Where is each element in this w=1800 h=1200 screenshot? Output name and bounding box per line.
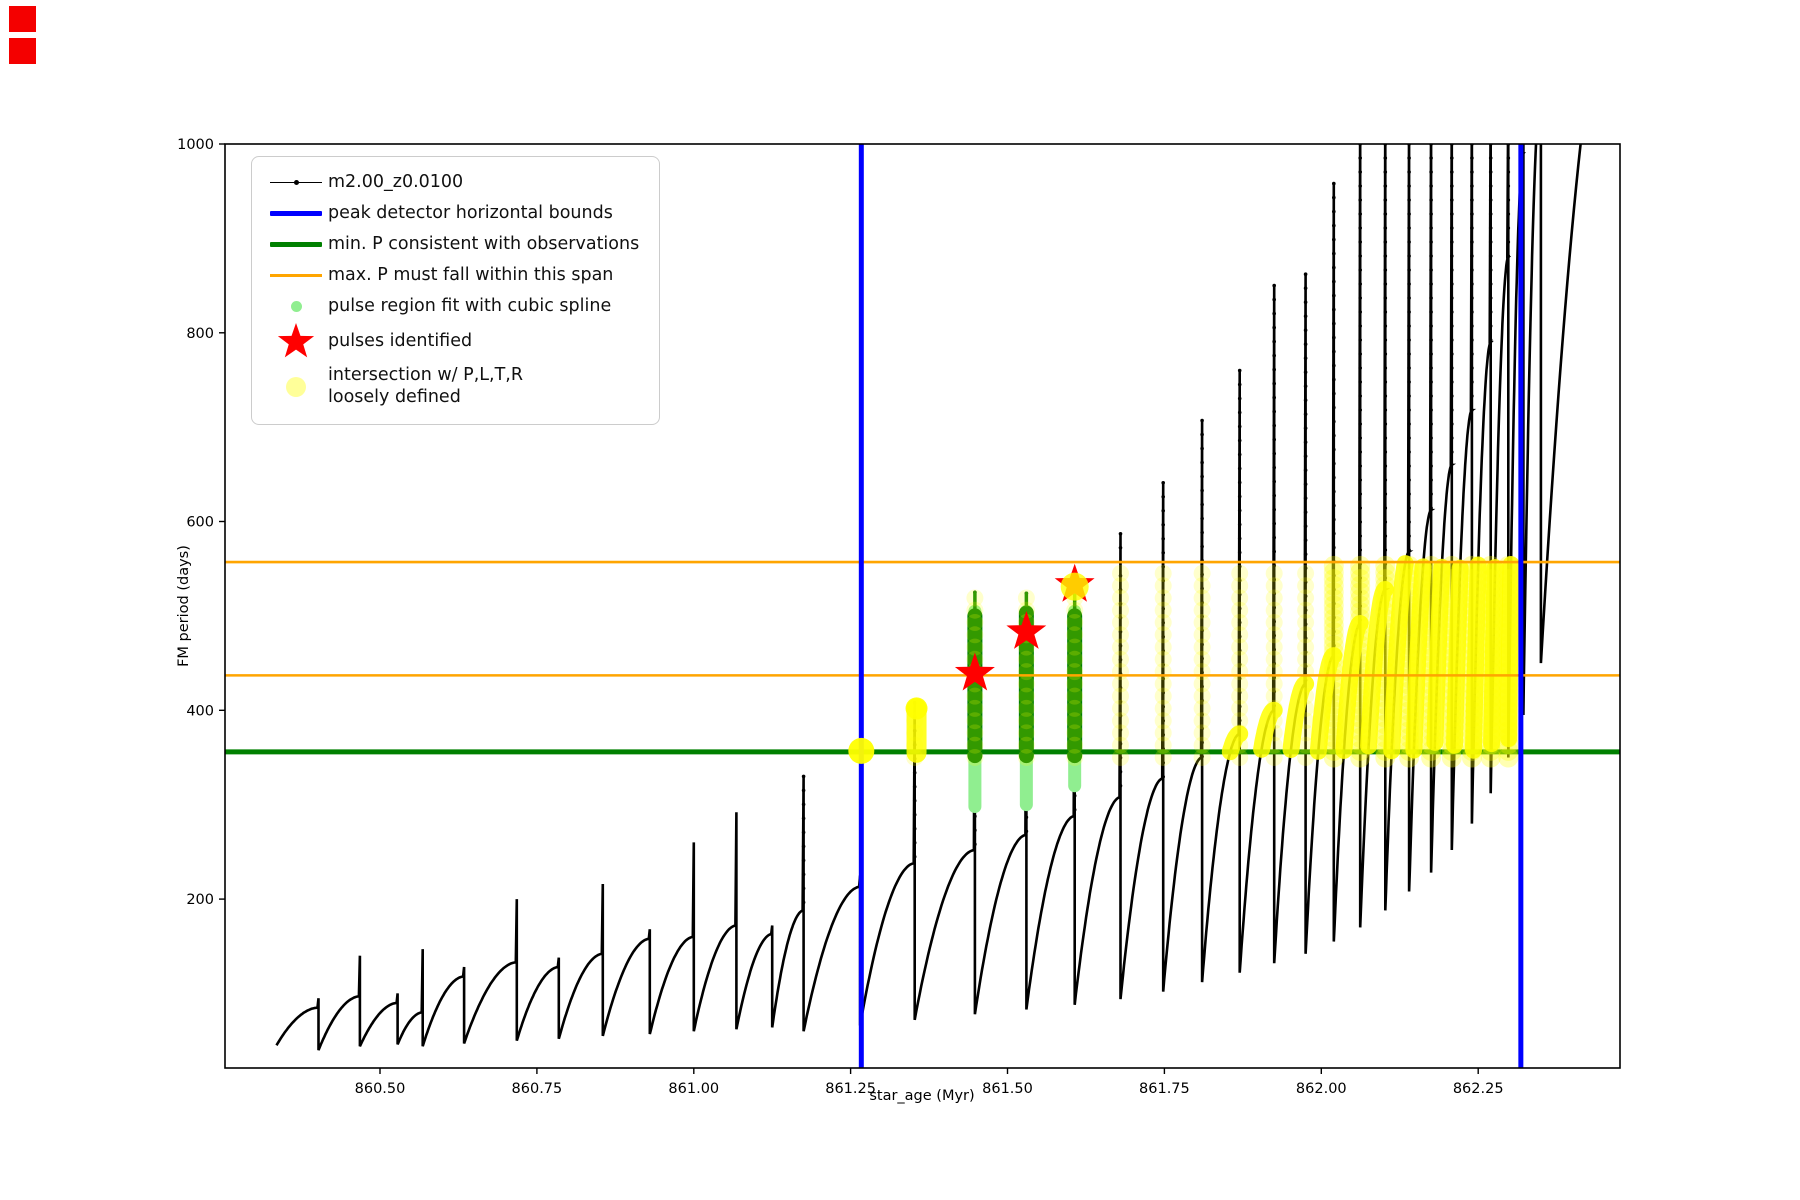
y-axis-label: FM period (days)	[176, 545, 192, 667]
legend-label: peak detector horizontal bounds	[328, 202, 613, 223]
legend-label: pulses identified	[328, 331, 473, 352]
legend-label: pulse region fit with cubic spline	[328, 295, 612, 316]
red-star-icon	[264, 322, 328, 362]
legend-item-pulses: pulses identified	[264, 322, 639, 362]
legend-item-min-p: min. P consistent with observations	[264, 229, 639, 260]
svg-text:860.50: 860.50	[355, 1081, 406, 1097]
legend-label: m2.00_z0.0100	[328, 171, 464, 192]
svg-text:860.75: 860.75	[512, 1081, 563, 1097]
blue-line-icon	[264, 211, 328, 216]
legend-item-intersection: intersection w/ P,L,T,R loosely defined	[264, 362, 639, 412]
legend-item-spline: pulse region fit with cubic spline	[264, 291, 639, 322]
yellow-dot-icon	[264, 377, 328, 397]
legend: m2.00_z0.0100 peak detector horizontal b…	[251, 156, 661, 425]
loose-intersection-blob	[1060, 572, 1089, 601]
series-line-icon	[264, 180, 328, 185]
svg-text:861.75: 861.75	[1139, 1081, 1190, 1097]
legend-item-series: m2.00_z0.0100	[264, 167, 639, 198]
green-line-icon	[264, 242, 328, 247]
svg-text:200: 200	[186, 892, 214, 908]
legend-item-max-p: max. P must fall within this span	[264, 260, 639, 291]
svg-text:1000: 1000	[177, 137, 214, 153]
legend-label: max. P must fall within this span	[328, 264, 614, 285]
svg-text:800: 800	[186, 326, 214, 342]
x-axis-label: star_age (Myr)	[869, 1088, 975, 1104]
orange-line-icon	[264, 274, 328, 277]
lightgreen-dot-icon	[264, 301, 328, 312]
legend-item-peak-bounds: peak detector horizontal bounds	[264, 198, 639, 229]
loose-intersection-blob	[848, 737, 875, 764]
svg-text:862.25: 862.25	[1453, 1081, 1504, 1097]
legend-label: min. P consistent with observations	[328, 233, 640, 254]
legend-label: intersection w/ P,L,T,R loosely defined	[328, 365, 523, 407]
svg-text:861.00: 861.00	[668, 1081, 719, 1097]
svg-text:862.00: 862.00	[1296, 1081, 1347, 1097]
